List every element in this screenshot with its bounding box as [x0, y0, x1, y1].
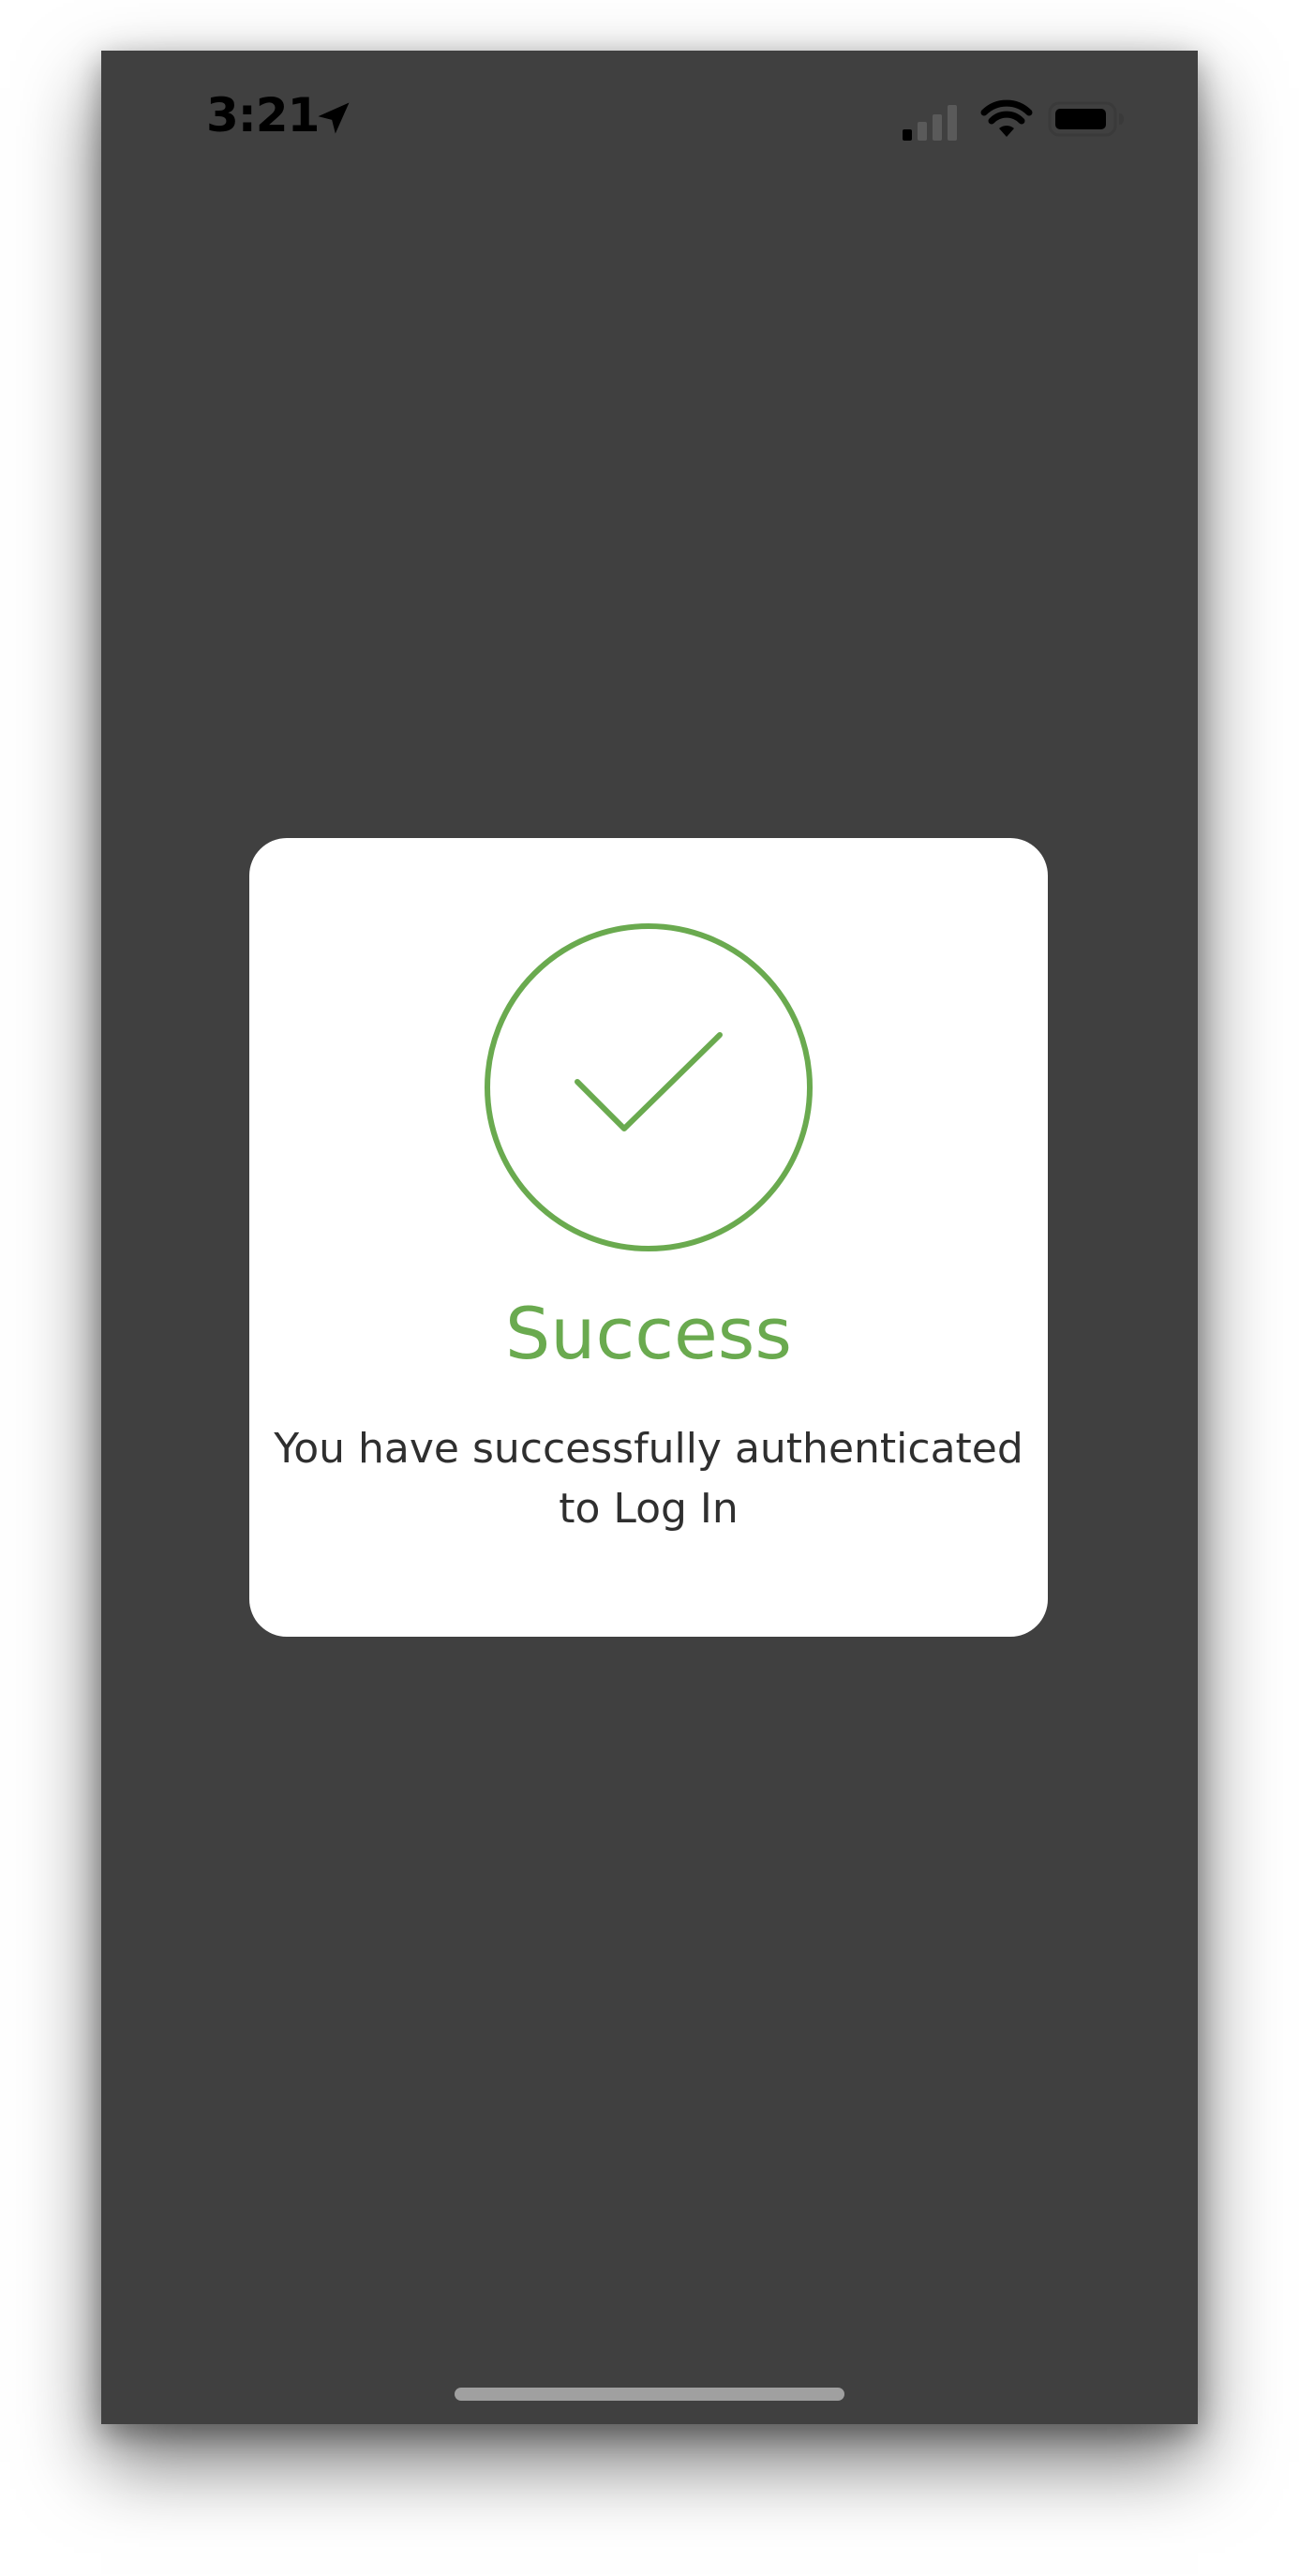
status-time: 3:21	[206, 88, 320, 142]
dialog-title: Success	[505, 1292, 792, 1375]
wifi-icon	[980, 99, 1033, 137]
cellular-signal-icon	[903, 105, 957, 141]
phone-screen: 3:21 Success You have successfully authe…	[101, 51, 1198, 2424]
success-dialog: Success You have successfully authentica…	[249, 838, 1048, 1637]
battery-icon	[1048, 101, 1124, 137]
dialog-message: You have successfully authenticated to L…	[274, 1425, 1023, 1533]
status-bar: 3:21	[101, 51, 1198, 191]
location-arrow-icon	[318, 102, 350, 134]
home-indicator[interactable]	[455, 2388, 844, 2401]
screenshot-canvas: 3:21 Success You have successfully authe…	[0, 0, 1299, 2576]
check-circle-icon	[485, 923, 813, 1251]
